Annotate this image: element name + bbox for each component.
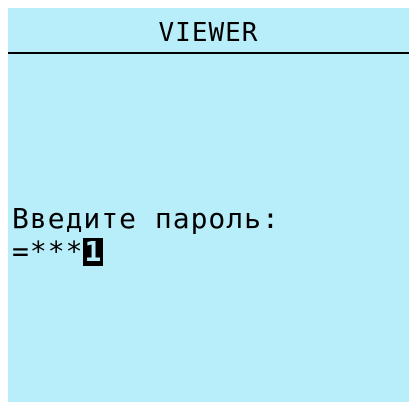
password-prefix: =	[12, 235, 30, 268]
screen-title: VIEWER	[158, 18, 259, 48]
lcd-screen: VIEWER Введите пароль: = *** 1	[8, 8, 409, 402]
title-divider	[8, 52, 409, 54]
password-field[interactable]: = *** 1	[12, 235, 104, 268]
password-prompt: Введите пароль:	[12, 202, 280, 235]
title-bar: VIEWER	[8, 8, 409, 54]
password-masked-digits: ***	[29, 235, 84, 268]
cursor-digit[interactable]: 1	[83, 238, 104, 266]
